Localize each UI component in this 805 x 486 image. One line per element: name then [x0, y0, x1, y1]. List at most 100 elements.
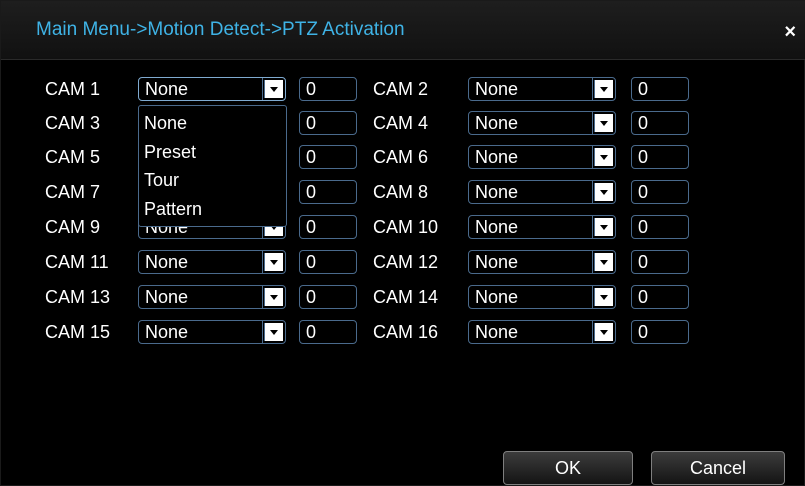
- mode-select[interactable]: None: [468, 320, 616, 344]
- preset-number-input[interactable]: 0: [299, 250, 357, 274]
- arrow-triangle: [600, 87, 608, 92]
- cancel-button[interactable]: Cancel: [651, 451, 785, 485]
- cam-label: CAM 12: [373, 252, 439, 272]
- preset-number-input[interactable]: 0: [299, 111, 357, 135]
- arrow-triangle: [600, 225, 608, 230]
- select-separator: [592, 78, 593, 100]
- arrow-triangle: [270, 87, 278, 92]
- arrow-triangle: [600, 260, 608, 265]
- mode-select-value: None: [145, 79, 189, 99]
- preset-number-input[interactable]: 0: [299, 180, 357, 204]
- preset-number-input[interactable]: 0: [299, 320, 357, 344]
- select-separator: [592, 321, 593, 343]
- mode-select[interactable]: None: [138, 285, 286, 309]
- chevron-down-icon[interactable]: [594, 148, 613, 166]
- preset-number-value: 0: [638, 79, 649, 99]
- preset-number-value: 0: [638, 322, 649, 342]
- preset-number-value: 0: [306, 217, 317, 237]
- cam-label: CAM 10: [373, 217, 439, 237]
- preset-number-input[interactable]: 0: [631, 320, 689, 344]
- mode-select[interactable]: None: [138, 250, 286, 274]
- mode-select-value: None: [145, 322, 189, 342]
- preset-number-input[interactable]: 0: [631, 145, 689, 169]
- cam-label: CAM 8: [373, 182, 429, 202]
- chevron-down-icon[interactable]: [264, 80, 283, 98]
- mode-select-value: None: [475, 217, 519, 237]
- mode-select-value: None: [475, 113, 519, 133]
- preset-number-input[interactable]: 0: [631, 250, 689, 274]
- preset-number-value: 0: [638, 182, 649, 202]
- mode-select[interactable]: None: [468, 180, 616, 204]
- preset-number-input[interactable]: 0: [631, 215, 689, 239]
- cam-label: CAM 16: [373, 322, 439, 342]
- preset-number-value: 0: [638, 287, 649, 307]
- mode-select[interactable]: None: [138, 320, 286, 344]
- chevron-down-icon[interactable]: [594, 253, 613, 271]
- dropdown-option-preset[interactable]: Preset: [144, 141, 196, 163]
- cam-label: CAM 9: [45, 217, 101, 237]
- mode-select[interactable]: None: [138, 77, 286, 101]
- preset-number-input[interactable]: 0: [299, 145, 357, 169]
- arrow-triangle: [600, 190, 608, 195]
- arrow-triangle: [270, 330, 278, 335]
- chevron-down-icon[interactable]: [594, 218, 613, 236]
- preset-number-input[interactable]: 0: [299, 285, 357, 309]
- dropdown-option-pattern[interactable]: Pattern: [144, 198, 202, 220]
- chevron-down-icon[interactable]: [594, 183, 613, 201]
- preset-number-value: 0: [638, 147, 649, 167]
- arrow-triangle: [600, 330, 608, 335]
- dropdown-option-tour[interactable]: Tour: [144, 169, 179, 191]
- preset-number-input[interactable]: 0: [631, 180, 689, 204]
- close-icon[interactable]: ×: [784, 22, 796, 42]
- cam-label: CAM 1: [45, 79, 101, 99]
- cam-label: CAM 11: [45, 252, 109, 272]
- select-separator: [262, 321, 263, 343]
- cam-label: CAM 14: [373, 287, 439, 307]
- mode-select-value: None: [475, 322, 519, 342]
- preset-number-input[interactable]: 0: [299, 215, 357, 239]
- select-separator: [592, 251, 593, 273]
- select-separator: [592, 181, 593, 203]
- chevron-down-icon[interactable]: [594, 288, 613, 306]
- select-separator: [592, 112, 593, 134]
- preset-number-value: 0: [306, 147, 317, 167]
- ok-button[interactable]: OK: [503, 451, 633, 485]
- chevron-down-icon[interactable]: [594, 114, 613, 132]
- mode-select[interactable]: None: [468, 250, 616, 274]
- mode-select-value: None: [475, 79, 519, 99]
- select-separator: [592, 216, 593, 238]
- preset-number-value: 0: [306, 182, 317, 202]
- mode-select[interactable]: None: [468, 77, 616, 101]
- select-separator: [262, 251, 263, 273]
- chevron-down-icon[interactable]: [594, 323, 613, 341]
- mode-select-value: None: [475, 147, 519, 167]
- preset-number-value: 0: [638, 113, 649, 133]
- preset-number-input[interactable]: 0: [631, 77, 689, 101]
- preset-number-value: 0: [306, 113, 317, 133]
- arrow-triangle: [270, 295, 278, 300]
- preset-number-input[interactable]: 0: [631, 111, 689, 135]
- mode-select[interactable]: None: [468, 215, 616, 239]
- mode-select[interactable]: None: [468, 285, 616, 309]
- cam-label: CAM 6: [373, 147, 429, 167]
- select-separator: [592, 146, 593, 168]
- arrow-triangle: [600, 121, 608, 126]
- preset-number-input[interactable]: 0: [631, 285, 689, 309]
- dropdown-option-none[interactable]: None: [144, 112, 187, 134]
- arrow-triangle: [600, 295, 608, 300]
- chevron-down-icon[interactable]: [594, 80, 613, 98]
- preset-number-value: 0: [306, 252, 317, 272]
- preset-number-value: 0: [306, 79, 317, 99]
- mode-select-value: None: [475, 287, 519, 307]
- chevron-down-icon[interactable]: [264, 288, 283, 306]
- cam-label: CAM 13: [45, 287, 111, 307]
- mode-select-value: None: [145, 287, 189, 307]
- chevron-down-icon[interactable]: [264, 323, 283, 341]
- preset-number-input[interactable]: 0: [299, 77, 357, 101]
- mode-select-value: None: [145, 252, 189, 272]
- chevron-down-icon[interactable]: [264, 253, 283, 271]
- mode-select[interactable]: None: [468, 111, 616, 135]
- cam-label: CAM 15: [45, 322, 111, 342]
- mode-select[interactable]: None: [468, 145, 616, 169]
- preset-number-value: 0: [306, 322, 317, 342]
